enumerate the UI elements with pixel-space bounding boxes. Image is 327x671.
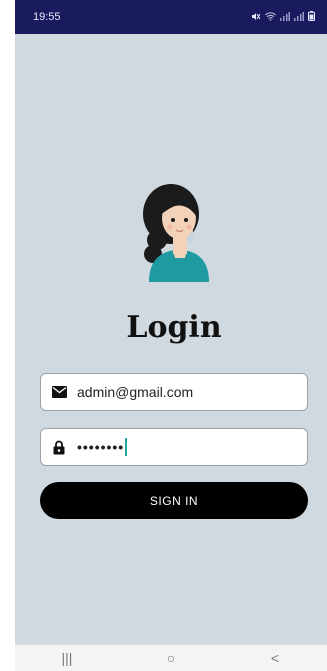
password-value: •••••••• (77, 439, 125, 455)
battery-icon (308, 11, 315, 23)
recents-button[interactable]: ||| (37, 650, 97, 666)
mute-icon (251, 12, 261, 23)
email-field[interactable]: admin@gmail.com (40, 373, 308, 411)
system-nav-bar: ||| ○ < (15, 645, 327, 671)
home-button[interactable]: ○ (141, 650, 201, 666)
email-value: admin@gmail.com (77, 384, 194, 400)
password-field[interactable]: •••••••• (40, 428, 308, 466)
signal-icon (294, 11, 304, 23)
status-time: 19:55 (33, 11, 61, 23)
wifi-icon (265, 11, 276, 23)
page-title: Login (126, 310, 222, 345)
signal-icon (280, 11, 290, 23)
avatar-icon (135, 178, 215, 282)
back-button[interactable]: < (245, 650, 305, 666)
screen: 19:55 Login admin@gmail.com •••••••• SIG… (15, 0, 327, 671)
sign-in-button[interactable]: SIGN IN (40, 482, 308, 519)
status-icons (251, 11, 315, 23)
text-caret (125, 438, 128, 456)
envelope-icon (51, 384, 67, 400)
lock-icon (51, 439, 67, 455)
status-bar: 19:55 (15, 0, 327, 34)
